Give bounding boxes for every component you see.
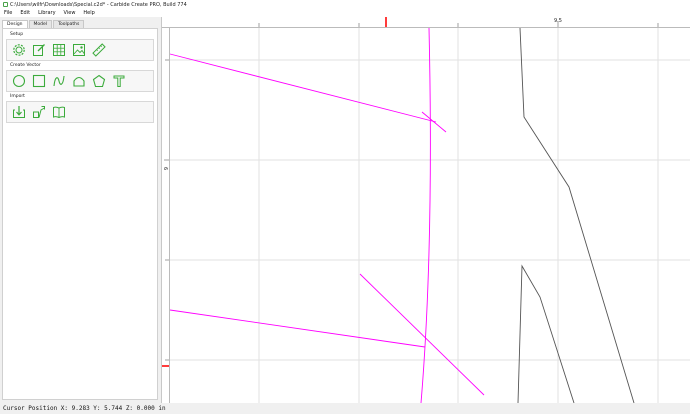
menu-edit[interactable]: Edit [16, 10, 34, 16]
menu-help[interactable]: Help [79, 10, 98, 16]
book-icon [53, 106, 65, 119]
title-bar: C:\Users\wilfr\Downloads\Special.c2d* - … [0, 0, 690, 9]
status-bar: Cursor Position X: 9.283 Y: 5.744 Z: 0.0… [0, 403, 690, 414]
left-panel: Design Model Toolpaths Setup Create Vect… [0, 17, 162, 403]
grid-icon [53, 44, 65, 56]
grid-button[interactable] [52, 43, 66, 57]
toolpath-lines [169, 27, 485, 403]
rectangle-button[interactable] [32, 74, 46, 88]
tab-toolpaths[interactable]: Toolpaths [53, 20, 85, 28]
design-panel: Setup Create Vector Import [2, 28, 158, 400]
create-vector-group [6, 70, 154, 92]
section-import-label: Import [10, 94, 25, 99]
circle-button[interactable] [12, 74, 26, 88]
menu-file[interactable]: File [0, 10, 16, 16]
gear-icon [13, 44, 25, 56]
polygon-button[interactable] [92, 74, 106, 88]
job-setup-button[interactable] [12, 43, 26, 57]
polygon-rounded-button[interactable] [72, 74, 86, 88]
circle-icon [12, 74, 26, 88]
menu-bar: File Edit Library View Help [0, 9, 690, 17]
section-create-vector-label: Create Vector [10, 63, 41, 68]
app-window: C:\Users\wilfr\Downloads\Special.c2d* - … [0, 0, 690, 414]
polygon-rounded-icon [73, 76, 85, 87]
canvas-drawing[interactable] [162, 17, 690, 403]
ruler-icon [92, 43, 106, 57]
section-setup-label: Setup [10, 32, 24, 37]
window-title: C:\Users\wilfr\Downloads\Special.c2d* - … [10, 1, 187, 8]
tab-design[interactable]: Design [2, 20, 28, 28]
y-ruler-label: 6 [162, 167, 168, 171]
panel-tabs: Design Model Toolpaths [2, 20, 85, 28]
menu-view[interactable]: View [60, 10, 80, 16]
measure-button[interactable] [92, 43, 106, 57]
menu-library[interactable]: Library [34, 10, 59, 16]
curve-icon [53, 75, 65, 87]
geometry-vectors [517, 27, 635, 403]
vertical-ruler: 6 [162, 28, 170, 403]
tab-model[interactable]: Model [28, 20, 53, 28]
curve-button[interactable] [52, 74, 66, 88]
app-logo-icon [3, 2, 8, 7]
design-canvas[interactable]: 9.5 6 [162, 17, 690, 403]
edit-button[interactable] [32, 43, 46, 57]
import-image-button[interactable] [72, 43, 86, 57]
text-icon [113, 75, 125, 87]
pentagon-icon [92, 74, 106, 88]
library-button[interactable] [52, 105, 66, 119]
import-icon [13, 106, 25, 118]
import-button[interactable] [12, 105, 26, 119]
edit-icon [33, 44, 45, 56]
import-geometry-button[interactable] [32, 105, 46, 119]
x-ruler-label: 9.5 [554, 18, 562, 24]
image-icon [73, 44, 85, 56]
horizontal-ruler: 9.5 [162, 17, 690, 28]
import-geometry-icon [33, 106, 45, 118]
text-button[interactable] [112, 74, 126, 88]
rectangle-icon [32, 74, 46, 88]
setup-group [6, 39, 154, 61]
cursor-position-readout: Cursor Position X: 9.283 Y: 5.744 Z: 0.0… [3, 405, 166, 412]
import-group [6, 101, 154, 123]
